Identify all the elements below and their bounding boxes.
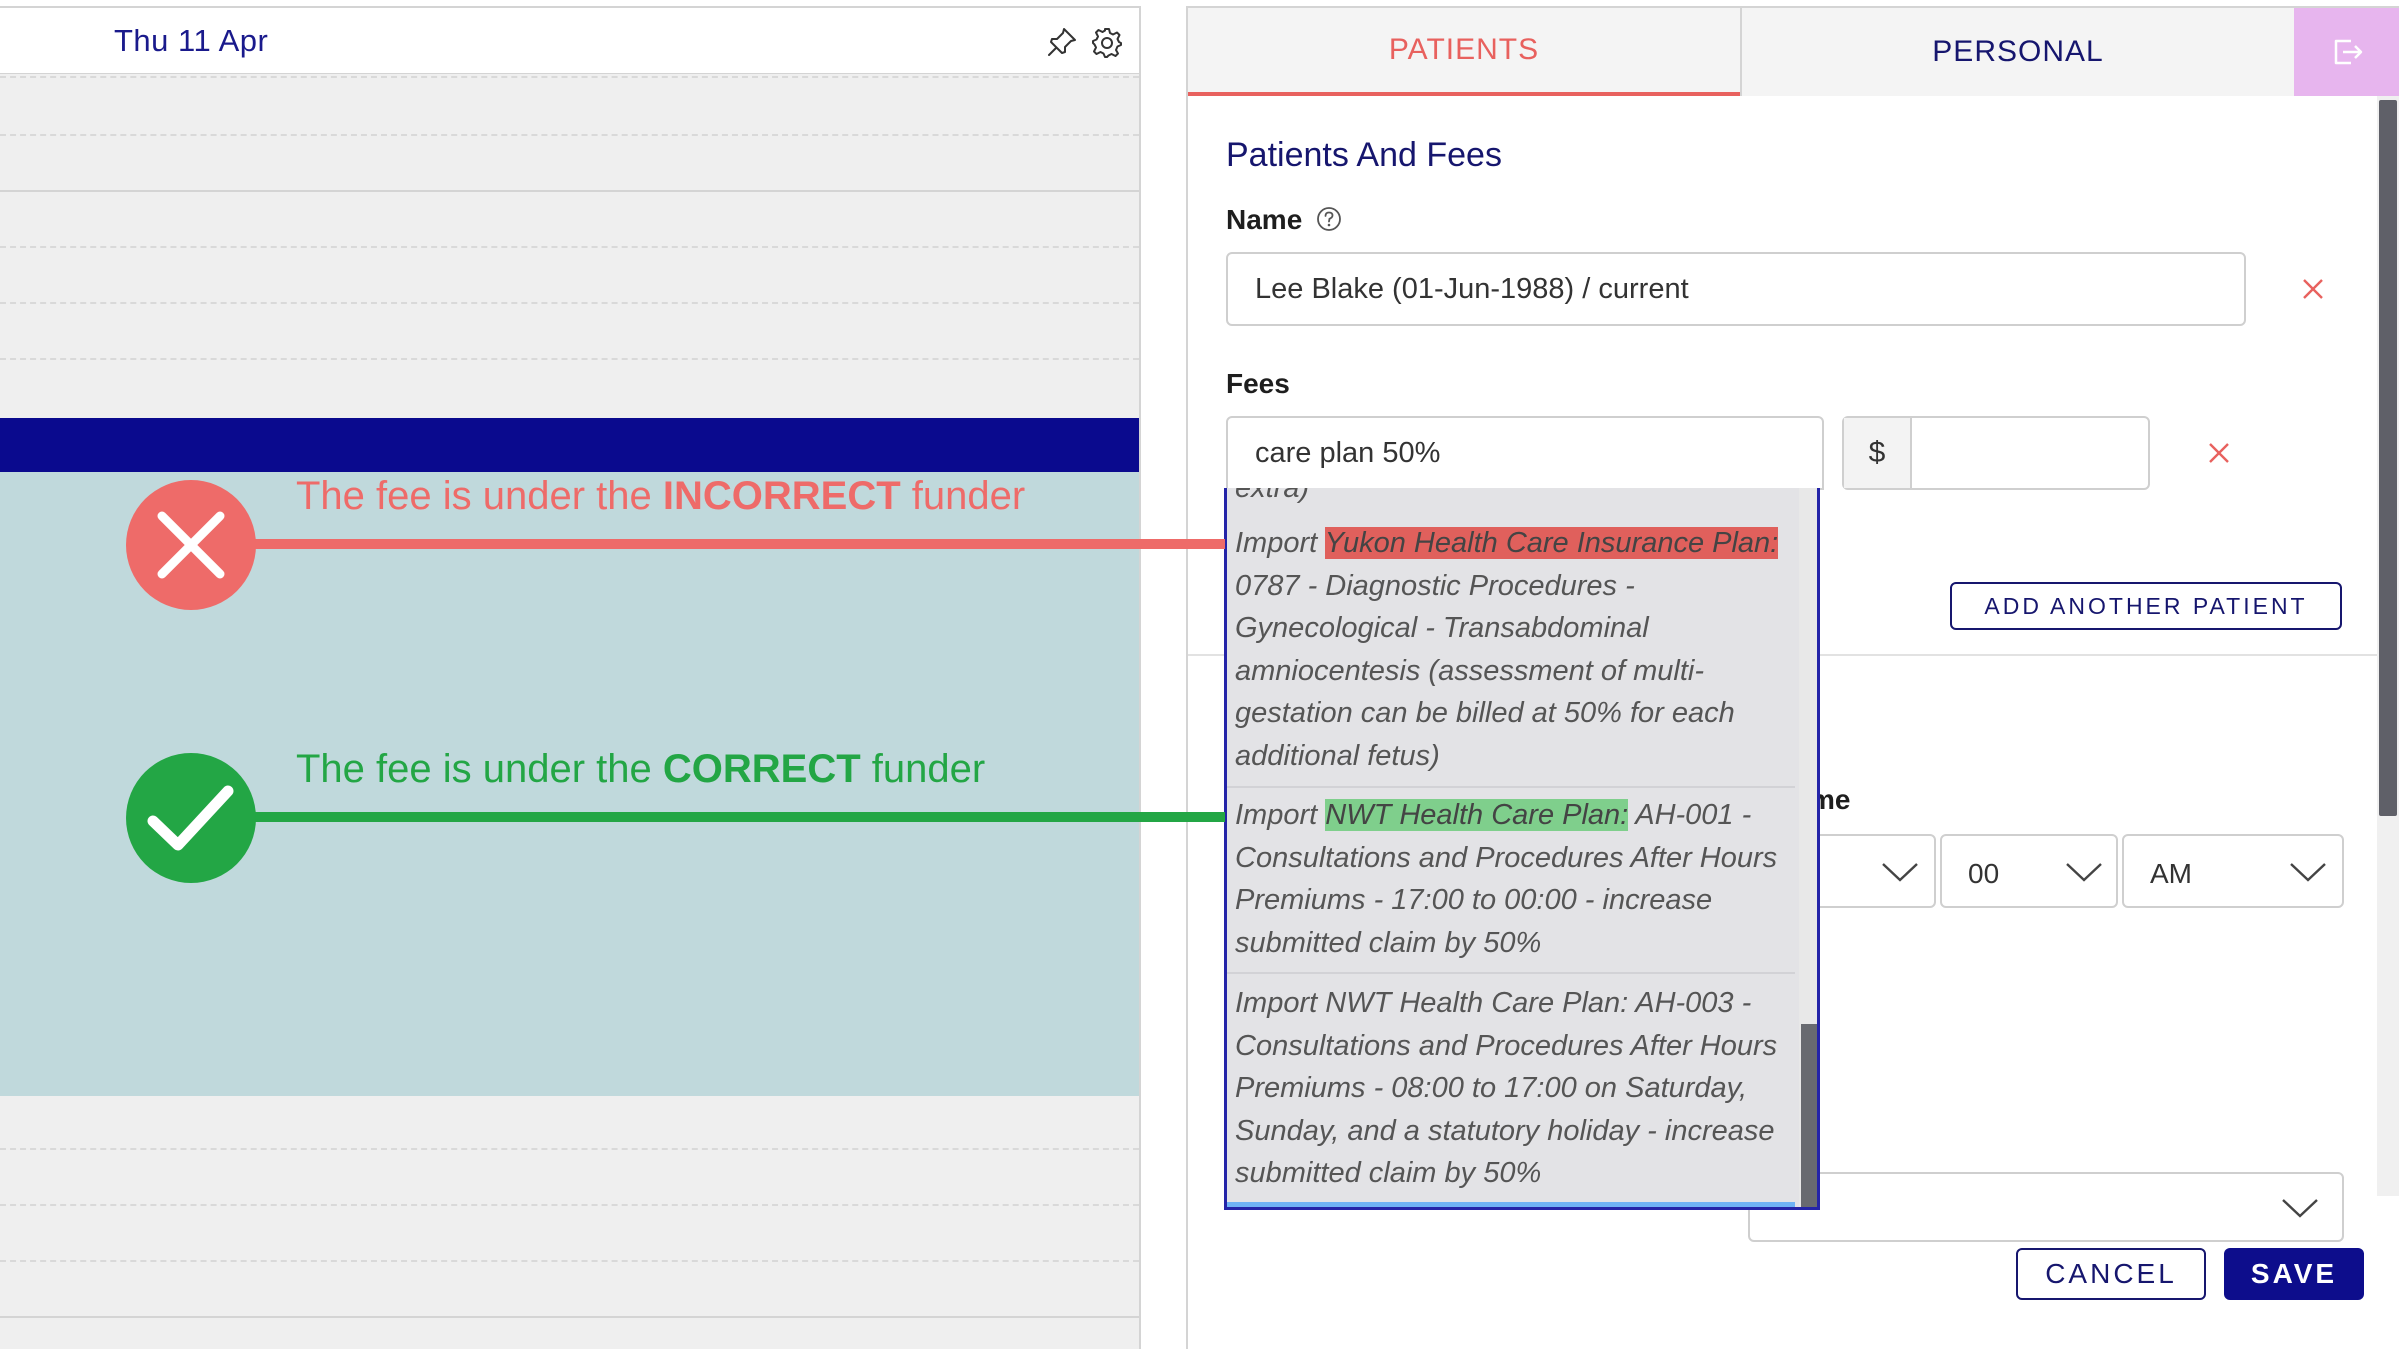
correct-pointer-line	[190, 812, 1225, 822]
option-description: 0787 - Diagnostic Procedures - Gynecolog…	[1235, 569, 1735, 772]
fees-label: Fees	[1226, 368, 1290, 399]
add-another-patient-button[interactable]: ADD ANOTHER PATIENT	[1950, 582, 2342, 630]
dropdown-active-option-indicator	[1227, 1202, 1795, 1207]
time-slot-line	[0, 302, 1139, 304]
annotation-emphasis: INCORRECT	[662, 474, 901, 518]
fee-amount-input[interactable]	[1914, 418, 2148, 488]
dropdown-select[interactable]	[1748, 1172, 2344, 1242]
tab-patients[interactable]: PATIENTS	[1188, 8, 1740, 96]
calendar-header: Thu 11 Apr	[0, 8, 1139, 74]
ampm-select[interactable]: AM	[2122, 834, 2344, 908]
patient-name-field[interactable]: Lee Blake (01-Jun-1988) / current	[1226, 252, 2246, 326]
time-slot-line	[0, 1204, 1139, 1206]
annotation-prefix: The fee is under the	[296, 474, 663, 518]
dropdown-scrollbar-thumb[interactable]	[1801, 1024, 1817, 1207]
time-slot-line	[0, 190, 1139, 192]
section-title: Patients And Fees	[1226, 136, 1502, 174]
appointment-header-bar[interactable]	[0, 418, 1139, 472]
panel-scrollbar-thumb[interactable]	[2379, 100, 2397, 816]
chevron-down-icon	[2066, 863, 2102, 882]
annotation-suffix: funder	[860, 747, 986, 791]
logout-icon	[2334, 39, 2362, 65]
funder-name-correct: NWT Health Care Plan:	[1325, 799, 1629, 831]
incorrect-annotation-text: The fee is under the INCORRECT funder	[296, 474, 1025, 519]
annotation-suffix: funder	[900, 474, 1026, 518]
minute-value: 00	[1968, 858, 2000, 889]
incorrect-pointer-line	[190, 539, 1225, 549]
fee-options-dropdown: extra) Import Yukon Health Care Insuranc…	[1224, 488, 1820, 1210]
option-prefix: Import	[1235, 799, 1326, 831]
fee-amount-group: $	[1842, 416, 2150, 490]
fee-option[interactable]: Import NWT Health Care Plan: AH-001 - Co…	[1227, 786, 1795, 975]
cross-icon	[157, 511, 225, 579]
correct-badge	[126, 753, 256, 883]
minute-select[interactable]: 00	[1940, 834, 2118, 908]
chevron-down-icon	[1882, 863, 1918, 882]
time-slot-line	[0, 1260, 1139, 1262]
tab-personal[interactable]: PERSONAL	[1740, 8, 2294, 96]
screen: Thu 11 Apr PATIENTS PERSONAL Patients An…	[0, 0, 2399, 1349]
time-slot-line	[0, 1316, 1139, 1318]
help-icon[interactable]	[1312, 202, 1346, 236]
time-slot-line	[0, 1148, 1139, 1150]
option-prefix: Import	[1235, 527, 1325, 559]
checkmark-icon	[147, 785, 234, 851]
calendar-day-view: Thu 11 Apr	[0, 6, 1141, 1349]
calendar-date-label: Thu 11 Apr	[114, 23, 269, 58]
cancel-button[interactable]: CANCEL	[2016, 1248, 2206, 1300]
save-button[interactable]: SAVE	[2224, 1248, 2364, 1300]
fee-search-input[interactable]: care plan 50%	[1226, 416, 1824, 490]
logout-button[interactable]	[2294, 8, 2399, 96]
annotation-prefix: The fee is under the	[296, 747, 663, 791]
fee-option[interactable]: Import Yukon Health Care Insurance Plan:…	[1227, 514, 1795, 788]
dropdown-option-partial[interactable]: extra)	[1235, 488, 1309, 505]
currency-symbol: $	[1844, 418, 1912, 488]
gear-icon[interactable]	[1090, 26, 1124, 60]
option-prefix: Import	[1235, 987, 1326, 1019]
chevron-down-icon	[2290, 863, 2326, 882]
chevron-down-icon	[2282, 1199, 2318, 1218]
time-slot-line	[0, 134, 1139, 136]
correct-annotation-text: The fee is under the CORRECT funder	[296, 747, 985, 792]
clear-patient-icon[interactable]	[2296, 272, 2330, 306]
time-slot-line	[0, 246, 1139, 248]
panel-tabs: PATIENTS PERSONAL	[1188, 8, 2399, 96]
time-slot-line	[0, 358, 1139, 360]
ampm-value: AM	[2150, 858, 2192, 889]
incorrect-badge	[126, 480, 256, 610]
clear-fee-icon[interactable]	[2202, 436, 2236, 470]
funder-name: NWT Health Care Plan:	[1325, 987, 1629, 1019]
time-slot-line	[0, 76, 1139, 78]
funder-name-incorrect: Yukon Health Care Insurance Plan:	[1324, 527, 1779, 559]
annotation-emphasis: CORRECT	[662, 747, 861, 791]
name-label: Name	[1226, 204, 1303, 235]
fee-option[interactable]: Import NWT Health Care Plan: AH-003 - Co…	[1227, 974, 1795, 1203]
pin-icon[interactable]	[1046, 26, 1078, 58]
